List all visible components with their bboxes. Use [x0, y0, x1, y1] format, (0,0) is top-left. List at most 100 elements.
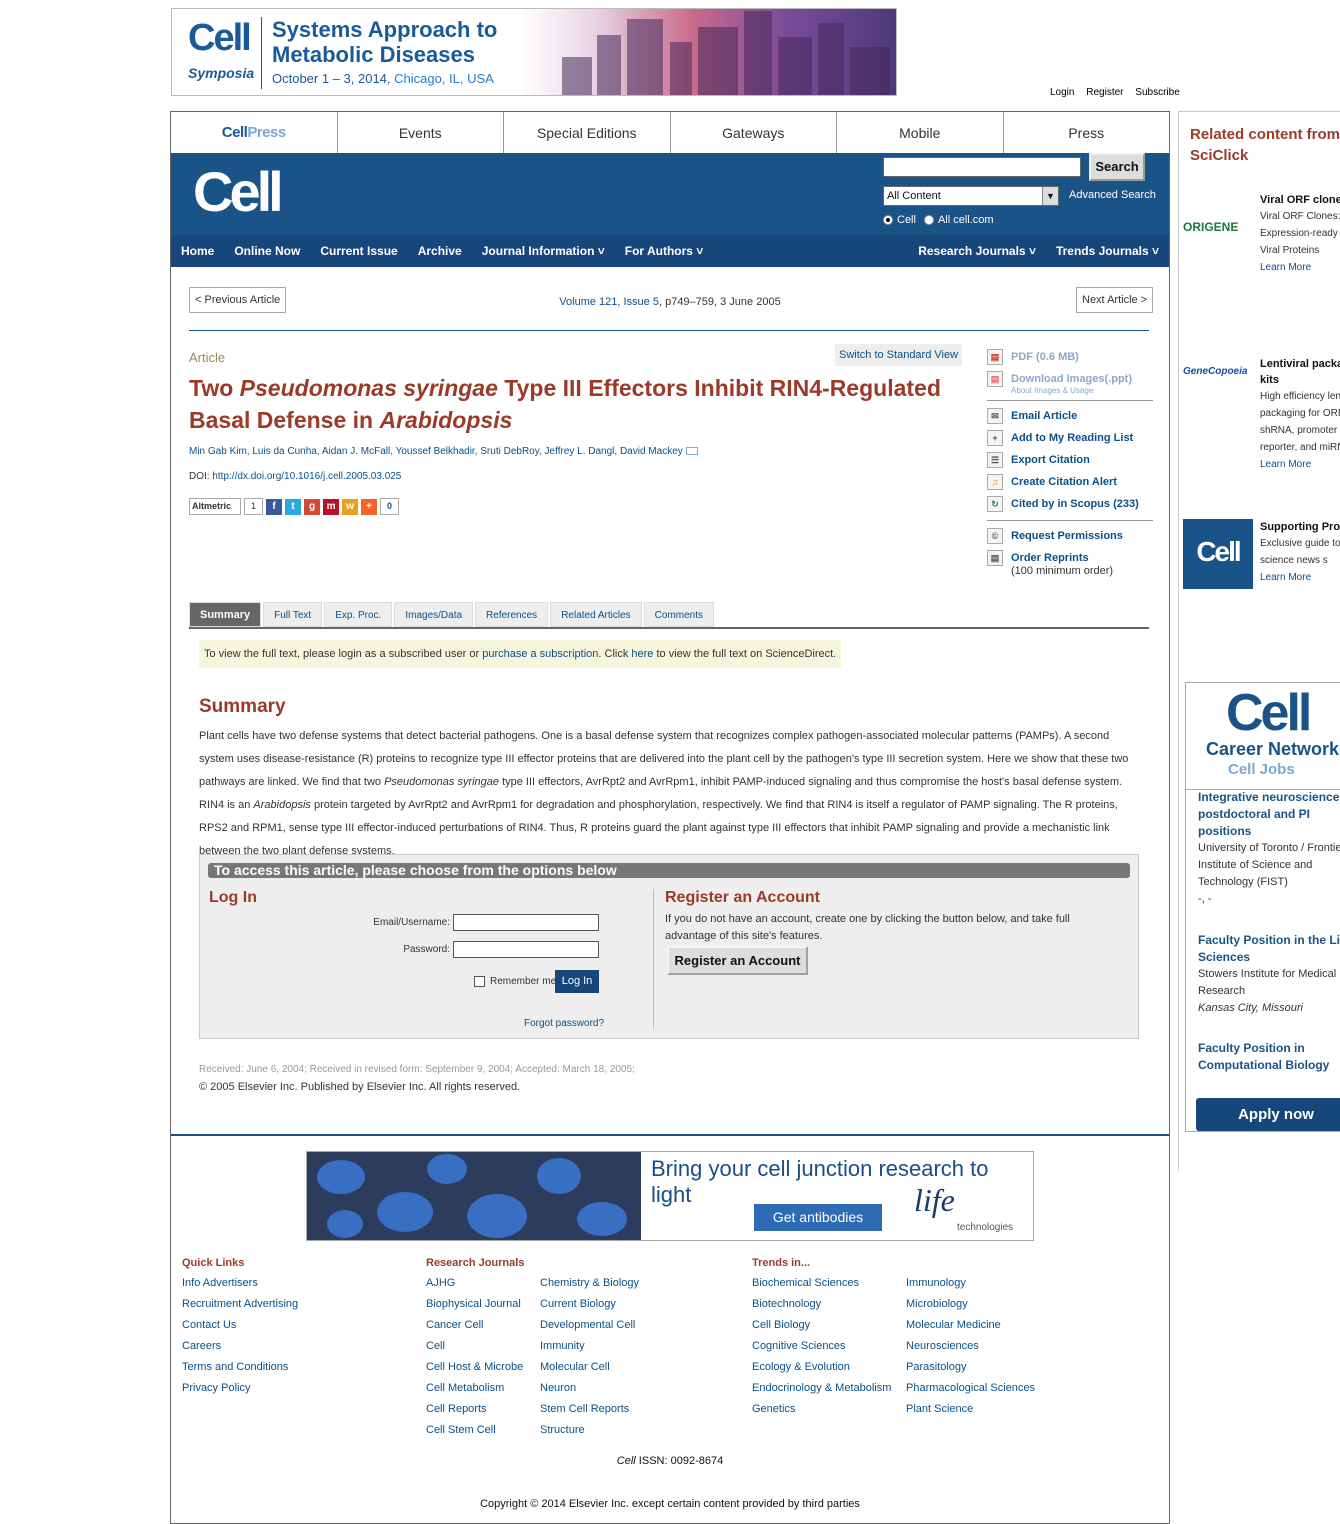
nav-research-journals[interactable]: Research Journals ˅	[908, 244, 1046, 258]
footer-link[interactable]: Pharmacological Sciences	[906, 1378, 1035, 1399]
remember-me-checkbox[interactable]: Remember me	[474, 976, 556, 987]
citation-alert-link[interactable]: ♫ Create Citation Alert	[987, 471, 1153, 493]
top-nav-special-editions[interactable]: Special Editions	[504, 112, 671, 153]
doi-link[interactable]: http://dx.doi.org/10.1016/j.cell.2005.03…	[212, 471, 401, 482]
email-field[interactable]	[453, 914, 599, 931]
email-article-link[interactable]: ✉ Email Article	[987, 405, 1153, 427]
footer-link[interactable]: Structure	[540, 1420, 639, 1441]
footer-link[interactable]: Biotechnology	[752, 1294, 891, 1315]
nav-home[interactable]: Home	[171, 244, 224, 258]
cited-by-scopus-link[interactable]: ↻ Cited by in Scopus (233)	[987, 493, 1153, 515]
author-list[interactable]: Min Gab Kim, Luis da Cunha, Aidan J. McF…	[189, 446, 698, 457]
apply-now-button[interactable]: Apply now	[1196, 1098, 1340, 1131]
tab-exp-proc[interactable]: Exp. Proc.	[324, 602, 393, 627]
login-button[interactable]: Log In	[555, 970, 599, 993]
footer-link[interactable]: Ecology & Evolution	[752, 1357, 891, 1378]
get-antibodies-button[interactable]: Get antibodies	[754, 1204, 882, 1231]
register-link[interactable]: Register	[1086, 87, 1123, 98]
learn-more-link[interactable]: Learn More	[1260, 569, 1340, 586]
top-nav-gateways[interactable]: Gateways	[671, 112, 837, 153]
pdf-link[interactable]: ▤ PDF (0.6 MB)	[987, 346, 1153, 368]
footer-link[interactable]: Genetics	[752, 1399, 891, 1420]
footer-link[interactable]: Microbiology	[906, 1294, 1035, 1315]
footer-link[interactable]: Immunology	[906, 1273, 1035, 1294]
forgot-password-link[interactable]: Forgot password?	[524, 1018, 604, 1029]
footer-link[interactable]: Parasitology	[906, 1357, 1035, 1378]
next-article-button[interactable]: Next Article >	[1076, 287, 1154, 313]
top-nav-events[interactable]: Events	[338, 112, 504, 153]
nav-for-authors[interactable]: For Authors ˅	[615, 244, 714, 258]
tab-related-articles[interactable]: Related Articles	[550, 602, 642, 627]
login-link[interactable]: Login	[1050, 87, 1074, 98]
learn-more-link[interactable]: Learn More	[1260, 259, 1340, 276]
cell-logo[interactable]: Cell	[193, 159, 284, 224]
footer-link[interactable]: Neurosciences	[906, 1336, 1035, 1357]
footer-link[interactable]: Biophysical Journal	[426, 1294, 524, 1315]
footer-link[interactable]: Cancer Cell	[426, 1315, 524, 1336]
tab-summary[interactable]: Summary	[189, 602, 262, 627]
cellpress-logo[interactable]: Cell Press	[171, 112, 338, 153]
register-account-button[interactable]: Register an Account	[667, 946, 808, 975]
footer-link[interactable]: Recruitment Advertising	[182, 1294, 298, 1315]
learn-more-link[interactable]: Learn More	[1260, 456, 1340, 473]
footer-link[interactable]: Cell Reports	[426, 1399, 524, 1420]
about-images-link[interactable]: About Images & Usage	[1011, 386, 1153, 395]
password-field[interactable]	[453, 941, 599, 958]
volume-issue-link[interactable]: Volume 121, Issue 5	[559, 296, 659, 308]
advanced-search-link[interactable]: Advanced Search	[1069, 189, 1156, 201]
job-listing[interactable]: Faculty Position in the Life Sciences St…	[1198, 932, 1340, 1017]
footer-link[interactable]: AJHG	[426, 1273, 524, 1294]
footer-link[interactable]: Immunity	[540, 1336, 639, 1357]
top-nav-press[interactable]: Press	[1004, 112, 1170, 153]
footer-link[interactable]: Cell Biology	[752, 1315, 891, 1336]
nav-online-now[interactable]: Online Now	[224, 244, 310, 258]
footer-link[interactable]: Cognitive Sciences	[752, 1336, 891, 1357]
mendeley-icon[interactable]: m	[323, 498, 340, 515]
sciencedirect-link[interactable]: here	[631, 648, 653, 660]
tab-comments[interactable]: Comments	[643, 602, 715, 627]
subscribe-link[interactable]: Subscribe	[1135, 87, 1179, 98]
request-permissions-link[interactable]: © Request Permissions	[987, 525, 1153, 547]
footer-link[interactable]: Careers	[182, 1336, 298, 1357]
nav-trends-journals[interactable]: Trends Journals ˅	[1046, 244, 1169, 258]
radio-cell[interactable]: Cell	[883, 214, 916, 226]
purchase-subscription-link[interactable]: purchase a subscription	[482, 648, 598, 660]
email-envelope-icon[interactable]	[685, 447, 698, 456]
footer-link[interactable]: Molecular Medicine	[906, 1315, 1035, 1336]
addthis-icon[interactable]: +	[361, 498, 378, 515]
top-nav-mobile[interactable]: Mobile	[837, 112, 1004, 153]
tab-references[interactable]: References	[475, 602, 549, 627]
tab-full-text[interactable]: Full Text	[263, 602, 323, 627]
footer-link[interactable]: Endocrinology & Metabolism	[752, 1378, 891, 1399]
footer-link[interactable]: Cell Stem Cell	[426, 1420, 524, 1441]
footer-link[interactable]: Neuron	[540, 1378, 639, 1399]
footer-link[interactable]: Privacy Policy	[182, 1378, 298, 1399]
footer-link[interactable]: Info Advertisers	[182, 1273, 298, 1294]
radio-all-cell[interactable]: All cell.com	[923, 214, 994, 226]
footer-link[interactable]: Biochemical Sciences	[752, 1273, 891, 1294]
nav-journal-information[interactable]: Journal Information ˅	[472, 244, 615, 258]
footer-link[interactable]: Terms and Conditions	[182, 1357, 298, 1378]
footer-link[interactable]: Chemistry & Biology	[540, 1273, 639, 1294]
search-input[interactable]	[883, 157, 1081, 177]
footer-link[interactable]: Current Biology	[540, 1294, 639, 1315]
twitter-icon[interactable]: t	[285, 498, 302, 515]
google-plus-icon[interactable]: g	[304, 498, 321, 515]
footer-link[interactable]: Plant Science	[906, 1399, 1035, 1420]
life-technologies-ad[interactable]: Bring your cell junction research to lig…	[306, 1151, 1034, 1241]
footer-link[interactable]: Cell Metabolism	[426, 1378, 524, 1399]
weibo-icon[interactable]: w	[342, 498, 359, 515]
job-listing[interactable]: Integrative neuroscience postdoctoral an…	[1198, 789, 1340, 908]
search-button[interactable]: Search	[1089, 153, 1145, 181]
footer-link[interactable]: Stem Cell Reports	[540, 1399, 639, 1420]
content-scope-select[interactable]: All Content ▼	[883, 186, 1059, 206]
tab-images-data[interactable]: Images/Data	[394, 602, 474, 627]
symposia-banner-ad[interactable]: Cell Symposia Systems Approach to Metabo…	[171, 8, 897, 96]
altmetric-badge[interactable]: Altmetric	[189, 498, 241, 515]
switch-view-button[interactable]: Switch to Standard View	[835, 344, 963, 366]
reading-list-link[interactable]: + Add to My Reading List	[987, 427, 1153, 449]
export-citation-link[interactable]: ☰ Export Citation	[987, 449, 1153, 471]
footer-link[interactable]: Developmental Cell	[540, 1315, 639, 1336]
footer-link[interactable]: Cell Host & Microbe	[426, 1357, 524, 1378]
footer-link[interactable]: Contact Us	[182, 1315, 298, 1336]
